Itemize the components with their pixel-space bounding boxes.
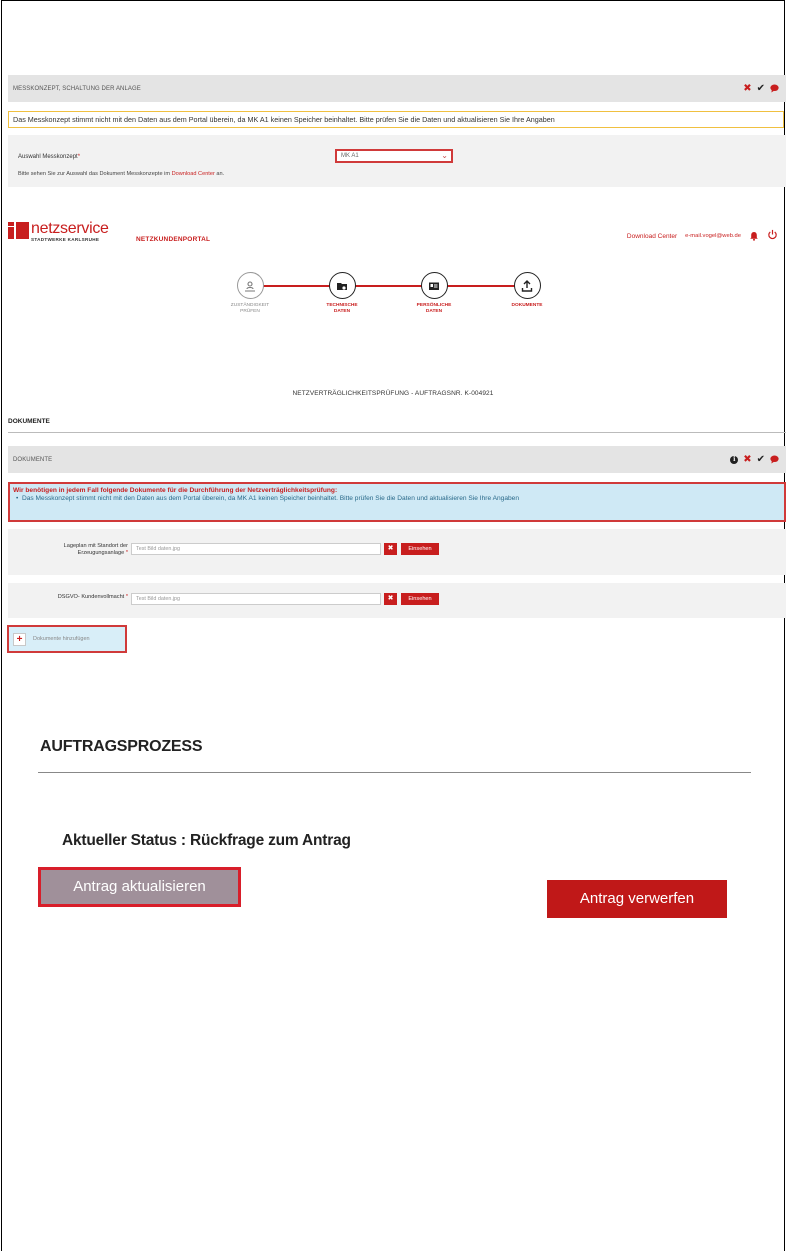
info-icon[interactable]: i	[730, 455, 739, 464]
step-label: TECHNISCHE	[326, 303, 358, 308]
step-label: ZUSTÄNDIGKEIT	[230, 303, 270, 308]
info-item: • Das Messkonzept stimmt nicht mit den D…	[16, 495, 519, 502]
progress-stepper: ZUSTÄNDIGKEIT PRÜFEN TECHNISCHE DATEN PERS…	[200, 272, 580, 342]
select-value: MK A1	[341, 153, 359, 159]
current-status: Aktueller Status : Rückfrage zum Antrag	[62, 832, 351, 849]
delete-file-button[interactable]: ✖	[384, 593, 397, 605]
file-input[interactable]: Test Bild daten.jpg	[131, 543, 381, 555]
plus-icon: +	[13, 632, 26, 646]
chevron-down-icon: ⌄	[441, 151, 448, 160]
step-persoenliche-daten[interactable]: PERSÖNLICHE DATEN	[394, 272, 474, 315]
documents-section-header: DOKUMENTE i ✖ ✔	[8, 446, 786, 473]
document-row-dsgvo: DSGVO- Kundenvollmacht * Test Bild daten…	[8, 583, 786, 618]
check-icon[interactable]: ✔	[757, 83, 765, 94]
location-person-icon	[236, 272, 264, 299]
view-file-button[interactable]: Einsehen	[401, 543, 439, 555]
file-input[interactable]: Test Bild daten.jpg	[131, 593, 381, 605]
step-label-2: DATEN	[333, 309, 351, 314]
logo-mark-icon	[8, 222, 29, 239]
id-card-icon	[420, 272, 448, 299]
reject-icon[interactable]: ✖	[743, 454, 751, 465]
messkonzept-select-area: Auswahl Messkonzept* MK A1 ⌄ Bitte sehen…	[8, 135, 786, 187]
bell-icon[interactable]	[749, 231, 759, 241]
comment-icon[interactable]	[770, 80, 779, 98]
comment-icon[interactable]	[770, 451, 779, 469]
step-label: DOKUMENTE	[511, 303, 543, 308]
step-label: PERSÖNLICHE	[416, 303, 452, 308]
document-label: Lageplan mit Standort der Erzeugungsanlag…	[63, 543, 128, 556]
view-file-button[interactable]: Einsehen	[401, 593, 439, 605]
discard-application-button[interactable]: Antrag verwerfen	[547, 880, 727, 918]
step-zustaendigkeit[interactable]: ZUSTÄNDIGKEIT PRÜFEN	[210, 272, 290, 315]
netzservice-logo[interactable]: netzservice STADTWERKE KARLSRUHE	[8, 220, 109, 242]
order-title: NETZVERTRÄGLICHKEITSPRÜFUNG - AUFTRAGSNR…	[292, 390, 494, 397]
step-label-2: DATEN	[425, 309, 443, 314]
documents-info-box: Wir benötigen in jedem Fall folgende Dok…	[8, 482, 786, 522]
logo-subtext: STADTWERKE KARLSRUHE	[31, 237, 100, 242]
logo-text: netzservice	[31, 220, 109, 237]
step-dokumente[interactable]: DOKUMENTE	[487, 272, 567, 309]
delete-file-button[interactable]: ✖	[384, 543, 397, 555]
documents-heading: DOKUMENTE	[8, 418, 50, 425]
add-document-button[interactable]: + Dokumente hinzufügen	[7, 625, 127, 653]
stepper-line	[250, 285, 520, 287]
step-technische-daten[interactable]: TECHNISCHE DATEN	[302, 272, 382, 315]
divider	[8, 432, 786, 433]
upload-icon	[513, 272, 541, 299]
reject-icon[interactable]: ✖	[743, 83, 751, 94]
power-icon[interactable]	[767, 229, 778, 243]
user-email[interactable]: e-mail.vogel@web.de	[685, 233, 741, 239]
section-title: MESSKONZEPT, SCHALTUNG DER ANLAGE	[13, 85, 141, 92]
messkonzept-select[interactable]: MK A1 ⌄	[335, 149, 453, 163]
header-actions: Download Center e-mail.vogel@web.de	[627, 229, 778, 243]
step-label-2: PRÜFEN	[240, 309, 260, 314]
add-document-label: Dokumente hinzufügen	[33, 636, 90, 642]
portal-name: NETZKUNDENPORTAL	[136, 236, 211, 243]
select-hint: Bitte sehen Sie zur Auswahl das Dokument…	[18, 171, 225, 177]
check-icon[interactable]: ✔	[757, 454, 765, 465]
download-center-link[interactable]: Download Center	[172, 171, 215, 177]
messkonzept-section-header: MESSKONZEPT, SCHALTUNG DER ANLAGE ✖ ✔	[8, 75, 786, 102]
divider	[38, 772, 751, 773]
document-label: DSGVO- Kundenvollmacht *	[57, 594, 128, 600]
document-row-lageplan: Lageplan mit Standort der Erzeugungsanlag…	[8, 529, 786, 575]
download-center-nav-link[interactable]: Download Center	[627, 233, 677, 240]
messkonzept-warning: Das Messkonzept stimmt nicht mit den Dat…	[8, 111, 784, 128]
select-label: Auswahl Messkonzept*	[18, 154, 81, 160]
folder-gear-icon	[328, 272, 356, 299]
section-title: DOKUMENTE	[13, 456, 53, 463]
update-application-button[interactable]: Antrag aktualisieren	[38, 867, 241, 907]
info-title: Wir benötigen in jedem Fall folgende Dok…	[13, 487, 338, 494]
process-title: AUFTRAGSPROZESS	[40, 738, 203, 755]
